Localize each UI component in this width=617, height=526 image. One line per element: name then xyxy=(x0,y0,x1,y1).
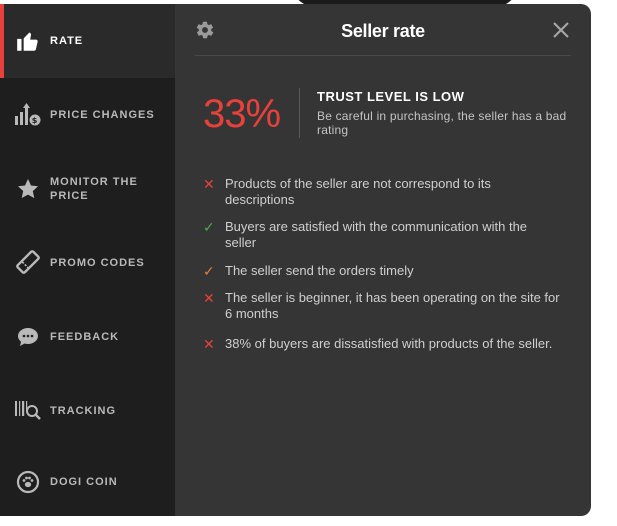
sidebar-item-label: TRACKING xyxy=(50,405,117,417)
sidebar-item-tracking[interactable]: TRACKING xyxy=(0,374,175,448)
ticket-icon xyxy=(14,248,42,276)
sidebar-item-label: PROMO CODES xyxy=(50,257,145,269)
trust-level-description: Be careful in purchasing, the seller has… xyxy=(317,109,567,137)
page-title: Seller rate xyxy=(341,21,425,41)
star-icon xyxy=(14,175,42,203)
point-text: 38% of buyers are dissatisfied with prod… xyxy=(225,336,553,351)
sidebar-item-label: RATE xyxy=(50,35,84,47)
sidebar: RATE $ PRICE CHANGES MONITOR THE PRICE P… xyxy=(0,4,175,516)
cross-icon: ✕ xyxy=(203,336,215,352)
point-text: Buyers are satisfied with the communicat… xyxy=(225,219,528,250)
sidebar-item-label: DOGI COIN xyxy=(50,476,118,488)
sidebar-item-price-changes[interactable]: $ PRICE CHANGES xyxy=(0,78,175,152)
point-text: Products of the seller are not correspon… xyxy=(225,176,491,207)
barcode-search-icon xyxy=(14,396,42,424)
paw-coin-icon xyxy=(14,468,42,496)
point-text: The seller is beginner, it has been oper… xyxy=(225,290,560,321)
point-text: The seller send the orders timely xyxy=(225,263,414,278)
trust-level-title: TRUST LEVEL IS LOW xyxy=(317,89,465,104)
sidebar-item-label: FEEDBACK xyxy=(50,331,120,343)
thumbs-up-icon xyxy=(14,27,42,55)
header-divider xyxy=(195,55,571,56)
sidebar-item-feedback[interactable]: FEEDBACK xyxy=(0,300,175,374)
chat-bubble-icon xyxy=(14,323,42,351)
svg-text:$: $ xyxy=(32,116,39,125)
sidebar-item-label: PRICE CHANGES xyxy=(50,109,155,121)
seller-rate-panel: RATE $ PRICE CHANGES MONITOR THE PRICE P… xyxy=(0,4,591,516)
cross-icon: ✕ xyxy=(203,176,215,192)
sidebar-item-monitor-price[interactable]: MONITOR THE PRICE xyxy=(0,152,175,226)
sidebar-item-promo-codes[interactable]: PROMO CODES xyxy=(0,226,175,300)
rating-percent: 33% xyxy=(203,92,281,136)
cross-icon: ✕ xyxy=(203,290,215,306)
close-icon[interactable] xyxy=(551,20,571,40)
check-icon: ✓ xyxy=(203,219,215,235)
main-content: Seller rate 33% TRUST LEVEL IS LOW Be ca… xyxy=(175,4,591,516)
price-chart-icon: $ xyxy=(14,101,42,129)
rating-separator xyxy=(299,88,300,138)
check-icon: ✓ xyxy=(203,263,215,279)
sidebar-item-dogi-coin[interactable]: DOGI COIN xyxy=(0,448,175,516)
sidebar-item-rate[interactable]: RATE xyxy=(0,4,175,78)
sidebar-item-label: MONITOR THE PRICE xyxy=(50,176,138,202)
